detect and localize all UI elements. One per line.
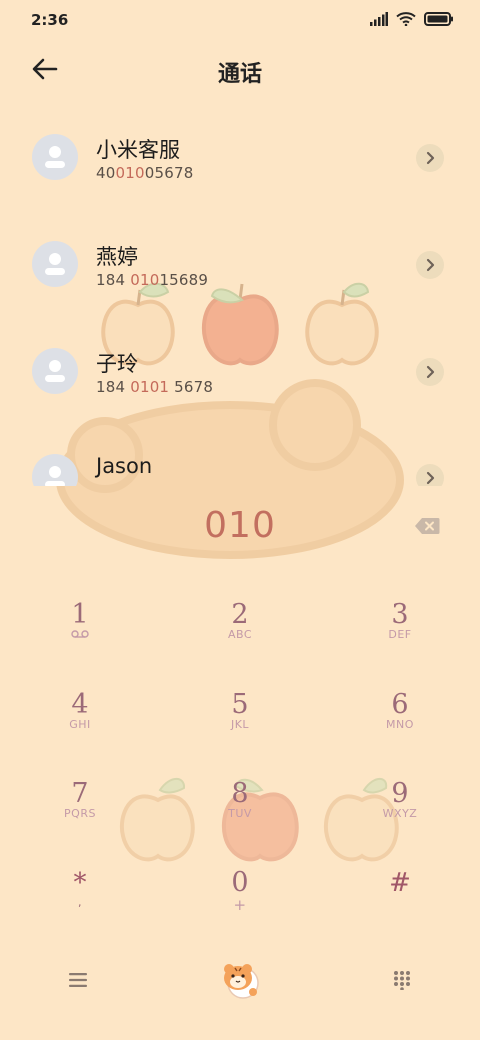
status-bar: 2:36 — [0, 0, 480, 42]
contact-details-button[interactable] — [416, 358, 444, 386]
contact-row[interactable]: 燕婷 184 01015689 — [0, 215, 480, 315]
key-6[interactable]: 6 MNO — [340, 690, 460, 760]
dial-display: 010 — [0, 505, 480, 555]
contact-number: 184 0101 5678 — [96, 378, 214, 396]
contact-name: 小米客服 — [96, 138, 180, 162]
key-9[interactable]: 9 WXYZ — [340, 779, 460, 849]
keypad-toggle-button[interactable] — [378, 956, 426, 1004]
backspace-icon[interactable] — [414, 517, 440, 535]
key-8[interactable]: 8 TUV — [180, 779, 300, 849]
dial-keypad: 1 2 ABC 3 DEF 4 GHI 5 JKL 6 MNO 7 PQRS 8… — [0, 592, 480, 932]
avatar — [32, 241, 78, 287]
chevron-right-icon — [426, 151, 435, 165]
key-1[interactable]: 1 — [20, 600, 140, 670]
key-4[interactable]: 4 GHI — [20, 690, 140, 760]
contact-row[interactable]: 小米客服 4001005678 — [0, 108, 480, 208]
contact-details-button[interactable] — [416, 144, 444, 172]
tiger-dial-icon — [224, 964, 259, 999]
dial-call-button[interactable] — [216, 956, 264, 1004]
contact-name: 燕婷 — [96, 245, 138, 269]
menu-button[interactable] — [54, 956, 102, 1004]
contact-number: 4001005678 — [96, 164, 194, 182]
contact-list: 小米客服 4001005678 燕婷 184 01015689 子玲 184 0… — [0, 108, 480, 486]
person-icon — [45, 253, 65, 275]
voicemail-icon — [71, 630, 89, 638]
contact-name: 子玲 — [96, 352, 138, 376]
bottom-bar — [0, 950, 480, 1010]
contact-details-button[interactable] — [416, 464, 444, 486]
avatar — [32, 134, 78, 180]
wifi-icon — [396, 12, 416, 26]
contact-row[interactable]: Jason — [0, 428, 480, 486]
person-icon — [45, 146, 65, 168]
key-0[interactable]: 0 + — [180, 868, 300, 938]
avatar — [32, 454, 78, 486]
key-2[interactable]: 2 ABC — [180, 600, 300, 670]
contact-row[interactable]: 子玲 184 0101 5678 — [0, 322, 480, 422]
battery-icon — [424, 12, 453, 26]
key-star[interactable]: * , — [20, 868, 140, 938]
status-time: 2:36 — [31, 11, 69, 29]
key-hash[interactable]: # — [340, 868, 460, 938]
chevron-right-icon — [426, 471, 435, 485]
page-title: 通话 — [217, 62, 262, 87]
person-icon — [45, 466, 65, 486]
chevron-right-icon — [426, 258, 435, 272]
signal-icon — [370, 12, 388, 26]
keypad-grid-icon — [394, 971, 410, 990]
key-5[interactable]: 5 JKL — [180, 690, 300, 760]
dialed-number: 010 — [204, 505, 276, 546]
key-3[interactable]: 3 DEF — [340, 600, 460, 670]
person-icon — [45, 360, 65, 382]
key-7[interactable]: 7 PQRS — [20, 779, 140, 849]
menu-icon — [69, 973, 87, 987]
contact-number: 184 01015689 — [96, 271, 209, 289]
avatar — [32, 348, 78, 394]
header: 通话 — [0, 48, 480, 94]
contact-details-button[interactable] — [416, 251, 444, 279]
contact-name: Jason — [96, 454, 153, 478]
chevron-right-icon — [426, 365, 435, 379]
